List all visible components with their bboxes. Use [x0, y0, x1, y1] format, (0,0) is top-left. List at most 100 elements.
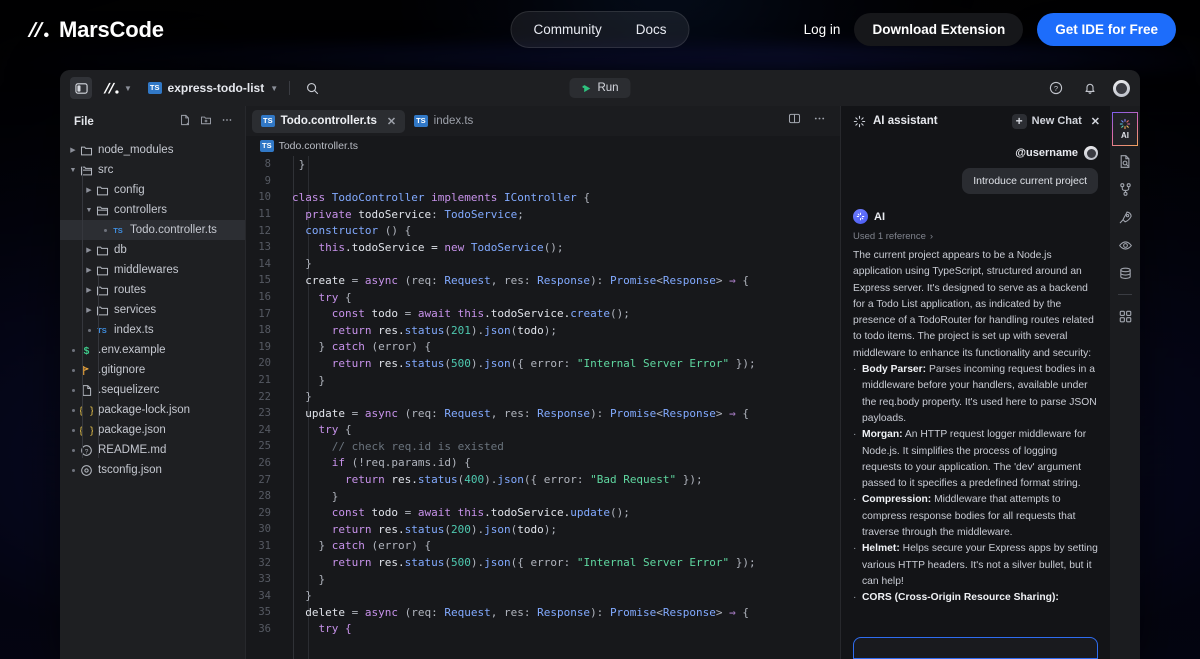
- code-token: res.: [378, 556, 405, 569]
- breadcrumb[interactable]: TS Todo.controller.ts: [246, 136, 840, 156]
- tree-item-src[interactable]: ▼src: [60, 160, 245, 180]
- tree-item-controllers[interactable]: ▼controllers: [60, 200, 245, 220]
- new-file-icon[interactable]: [179, 113, 191, 131]
- chevron-right-icon[interactable]: ▶: [84, 286, 94, 294]
- tree-item-package-lock-json[interactable]: { }package-lock.json: [60, 400, 245, 420]
- help-circle-icon[interactable]: ?: [1045, 77, 1067, 99]
- search-icon[interactable]: [301, 77, 323, 99]
- close-icon[interactable]: ✕: [1091, 115, 1100, 128]
- code-text: return res.status(500).json({ error: "In…: [282, 357, 756, 370]
- nav-right-actions: Log in Download Extension Get IDE for Fr…: [804, 13, 1176, 46]
- tree-item-routes[interactable]: ▶routes: [60, 280, 245, 300]
- tree-item-env-example[interactable]: $.env.example: [60, 340, 245, 360]
- titlebar-right-actions: ?: [1045, 77, 1130, 99]
- line-number: 23: [246, 407, 282, 419]
- code-line: 24 try {: [246, 422, 840, 439]
- rail-deploy-button[interactable]: [1112, 204, 1138, 230]
- rail-debug-button[interactable]: [1112, 232, 1138, 258]
- line-number: 10: [246, 191, 282, 203]
- tree-item-label: .env.example: [98, 344, 166, 356]
- split-editor-icon[interactable]: [788, 112, 801, 130]
- rail-ai-button[interactable]: AI: [1112, 112, 1138, 146]
- line-number: 28: [246, 490, 282, 502]
- code-token: >: [716, 274, 729, 287]
- nav-link-community[interactable]: Community: [519, 19, 615, 40]
- tree-item-config[interactable]: ▶config: [60, 180, 245, 200]
- svg-text:?: ?: [1054, 84, 1058, 93]
- tree-item-label: .gitignore: [98, 364, 145, 376]
- code-token: ).: [471, 523, 484, 536]
- chevron-right-icon[interactable]: ▶: [84, 186, 94, 194]
- chevron-right-icon[interactable]: ▶: [68, 146, 78, 154]
- new-chat-button[interactable]: + New Chat: [1012, 114, 1082, 129]
- tab-index[interactable]: TS index.ts: [405, 110, 482, 133]
- rail-source-control-button[interactable]: [1112, 176, 1138, 202]
- nav-link-docs[interactable]: Docs: [622, 19, 681, 40]
- code-line: 30 return res.status(200).json(todo);: [246, 521, 840, 538]
- code-token: (: [444, 556, 451, 569]
- reference-label: Used 1 reference: [853, 231, 926, 242]
- ide-logo-menu[interactable]: ▼: [101, 81, 132, 96]
- avatar[interactable]: [1113, 80, 1130, 97]
- chevron-right-icon[interactable]: ▶: [84, 266, 94, 274]
- brand-logo[interactable]: MarsCode: [24, 17, 164, 43]
- chevron-down-icon[interactable]: ▼: [68, 167, 78, 174]
- code-token: (: [444, 324, 451, 337]
- reference-toggle[interactable]: Used 1 reference ›: [853, 231, 1098, 242]
- chevron-right-icon[interactable]: ▶: [84, 246, 94, 254]
- tab-todo-controller[interactable]: TS Todo.controller.ts ✕: [252, 110, 405, 133]
- tree-item-index-ts[interactable]: TSindex.ts: [60, 320, 245, 340]
- download-extension-button[interactable]: Download Extension: [854, 13, 1023, 46]
- close-icon[interactable]: ✕: [387, 115, 396, 128]
- rail-extensions-button[interactable]: [1112, 303, 1138, 329]
- code-token: 500: [451, 357, 471, 370]
- code-token: ();: [610, 506, 630, 519]
- tree-item-todo-controller-ts[interactable]: TSTodo.controller.ts: [60, 220, 245, 240]
- code-token: ⇒: [729, 606, 742, 619]
- code-token: }: [299, 158, 306, 171]
- tree-item-gitignore[interactable]: .gitignore: [60, 360, 245, 380]
- tree-item-middlewares[interactable]: ▶middlewares: [60, 260, 245, 280]
- code-text: try {: [282, 423, 352, 436]
- code-line: 15 create = async (req: Request, res: Re…: [246, 272, 840, 289]
- ai-panel-header: AI assistant + New Chat ✕: [841, 106, 1110, 136]
- tree-item-sequelizerc[interactable]: .sequelizerc: [60, 380, 245, 400]
- code-token: Response: [537, 274, 590, 287]
- tree-item-services[interactable]: ▶services: [60, 300, 245, 320]
- code-token: catch: [332, 340, 372, 353]
- code-text: return res.status(200).json(todo);: [282, 523, 557, 536]
- ai-conversation[interactable]: @username Introduce current project AI: [841, 136, 1110, 637]
- folder-icon: [96, 244, 109, 257]
- line-number: 20: [246, 357, 282, 369]
- tree-item-readme-md[interactable]: ?README.md: [60, 440, 245, 460]
- rocket-icon: [1118, 210, 1133, 225]
- chevron-down-icon[interactable]: ▼: [84, 207, 94, 214]
- code-token: ();: [544, 241, 564, 254]
- rail-search-file-button[interactable]: [1112, 148, 1138, 174]
- code-text: }: [282, 390, 312, 403]
- bell-icon[interactable]: [1079, 77, 1101, 99]
- project-selector[interactable]: TS express-todo-list ▼: [148, 81, 278, 95]
- line-number: 22: [246, 391, 282, 403]
- tree-item-node-modules[interactable]: ▶node_modules: [60, 140, 245, 160]
- folder-icon: [96, 184, 109, 197]
- login-link[interactable]: Log in: [804, 22, 841, 37]
- tree-item-package-json[interactable]: { }package.json: [60, 420, 245, 440]
- ide-window: ▼ TS express-todo-list ▼ Run ?: [60, 70, 1140, 659]
- get-ide-button[interactable]: Get IDE for Free: [1037, 13, 1176, 46]
- rail-database-button[interactable]: [1112, 260, 1138, 286]
- code-token: Request: [444, 274, 490, 287]
- ai-chat-input[interactable]: [853, 637, 1098, 659]
- toggle-sidebar-icon[interactable]: [70, 77, 92, 99]
- code-token: , res:: [491, 407, 537, 420]
- tree-item-tsconfig-json[interactable]: tsconfig.json: [60, 460, 245, 480]
- readme-file-icon: ?: [78, 444, 94, 457]
- code-area[interactable]: 8 }910class TodoController implements IC…: [246, 156, 840, 659]
- more-options-icon[interactable]: [221, 113, 233, 131]
- code-token: Promise: [610, 407, 656, 420]
- more-options-icon[interactable]: [813, 112, 826, 130]
- run-button[interactable]: Run: [569, 78, 630, 98]
- tree-item-db[interactable]: ▶db: [60, 240, 245, 260]
- chevron-right-icon[interactable]: ▶: [84, 306, 94, 314]
- new-folder-icon[interactable]: [200, 113, 212, 131]
